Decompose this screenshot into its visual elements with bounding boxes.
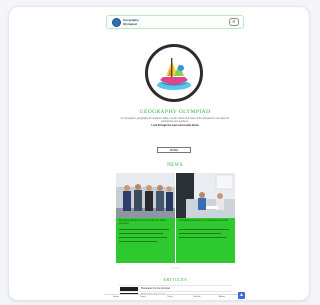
site-header: Geography Olympiad ≡ xyxy=(106,15,244,29)
news-text-line xyxy=(179,237,226,239)
nav-item-tasks[interactable]: Tasks xyxy=(160,296,180,298)
news-text-line xyxy=(119,229,169,231)
menu-button[interactable]: ≡ xyxy=(229,18,239,26)
olympiad-emblem xyxy=(145,44,203,102)
news-text-line xyxy=(119,237,167,239)
site-logo-text[interactable]: Geography Olympiad xyxy=(123,18,147,26)
more-button[interactable]: MORE xyxy=(157,147,191,153)
nav-item-results[interactable]: Results xyxy=(187,296,207,298)
list-item-label: Preparation for the olympiad xyxy=(141,287,170,290)
arrow-up-icon[interactable]: ▲ xyxy=(238,292,245,299)
hero-description: An olympiad in geography for students: t… xyxy=(120,117,230,127)
emblem-ship-icon xyxy=(157,58,191,90)
nav-item-about[interactable]: About xyxy=(212,296,232,298)
mobile-page-preview[interactable]: Geography Olympiad ≡ GEOGRAPHY OLYMPIAD … xyxy=(104,13,246,300)
news-text-line xyxy=(119,233,163,235)
news-card-text: Olympiad participants and jury after the… xyxy=(119,220,166,226)
news-text-line xyxy=(119,241,157,243)
hero-title: GEOGRAPHY OLYMPIAD xyxy=(139,109,211,115)
articles-heading: ARTICLES xyxy=(162,277,188,282)
hero-description-emphasis: Look through the news and results below xyxy=(151,123,199,127)
news-photo-group xyxy=(116,173,175,218)
bottom-nav: Home News Tasks Results About ▲ xyxy=(104,292,246,300)
news-card[interactable]: Olympiad participants and jury after the… xyxy=(116,173,175,263)
news-card[interactable]: Participants working on the practical ro… xyxy=(176,173,235,263)
site-logo-icon[interactable] xyxy=(112,18,121,27)
news-text-line xyxy=(179,229,229,231)
news-text-line xyxy=(179,233,221,235)
news-heading: NEWS xyxy=(167,163,183,168)
nav-item-home[interactable]: Home xyxy=(106,296,126,298)
hero-description-text: An olympiad in geography for students: t… xyxy=(120,117,230,124)
news-photo-classroom xyxy=(176,173,235,218)
hamburger-icon: ≡ xyxy=(232,19,236,25)
news-card-text: Participants working on the practical ro… xyxy=(179,220,229,222)
nav-item-news[interactable]: News xyxy=(133,296,153,298)
preview-card: Geography Olympiad ≡ GEOGRAPHY OLYMPIAD … xyxy=(8,6,310,301)
news-pager[interactable]: 1 2 3 4 5 xyxy=(104,268,246,270)
